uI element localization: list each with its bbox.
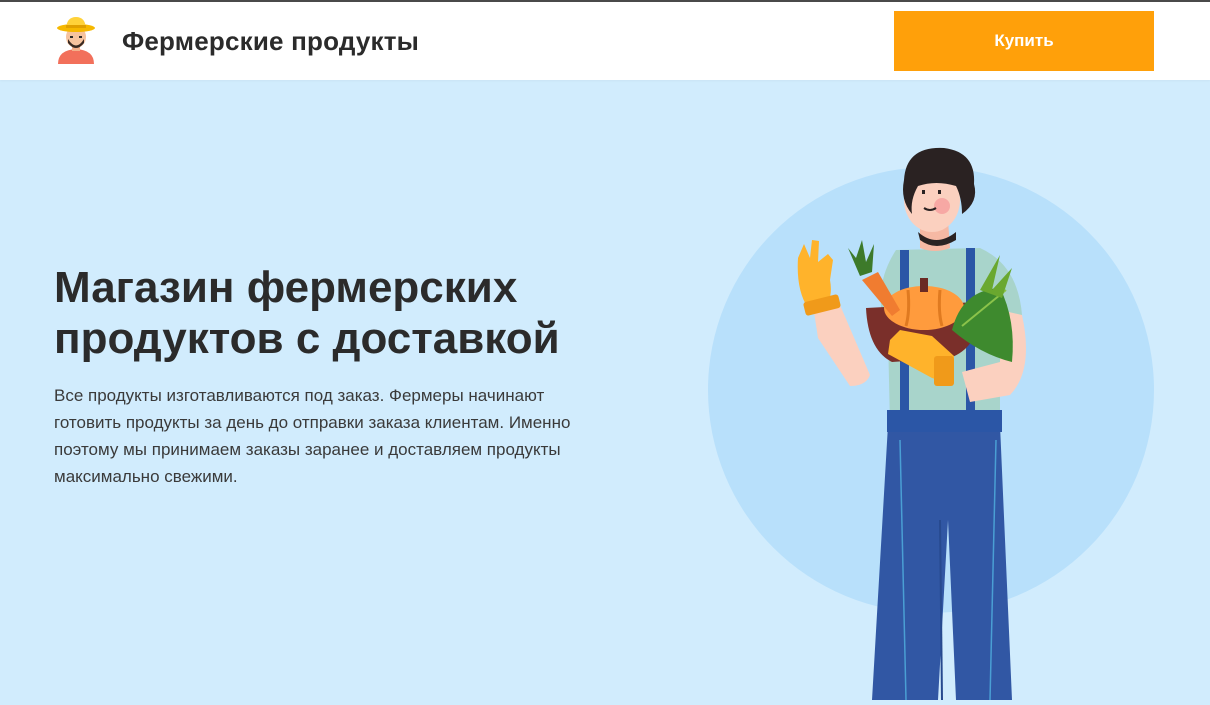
brand-title[interactable]: Фермерские продукты (122, 26, 419, 57)
farmer-avatar-icon[interactable] (56, 16, 96, 64)
site-header: Фермерские продукты Купить (0, 2, 1210, 80)
hero-title: Магазин фермерских продуктов с доставкой (54, 263, 560, 363)
hero-description: Все продукты изготавливаются под заказ. … (54, 386, 571, 486)
buy-button[interactable]: Купить (894, 11, 1154, 71)
farmer-with-vegetables-illustration (700, 140, 1170, 701)
